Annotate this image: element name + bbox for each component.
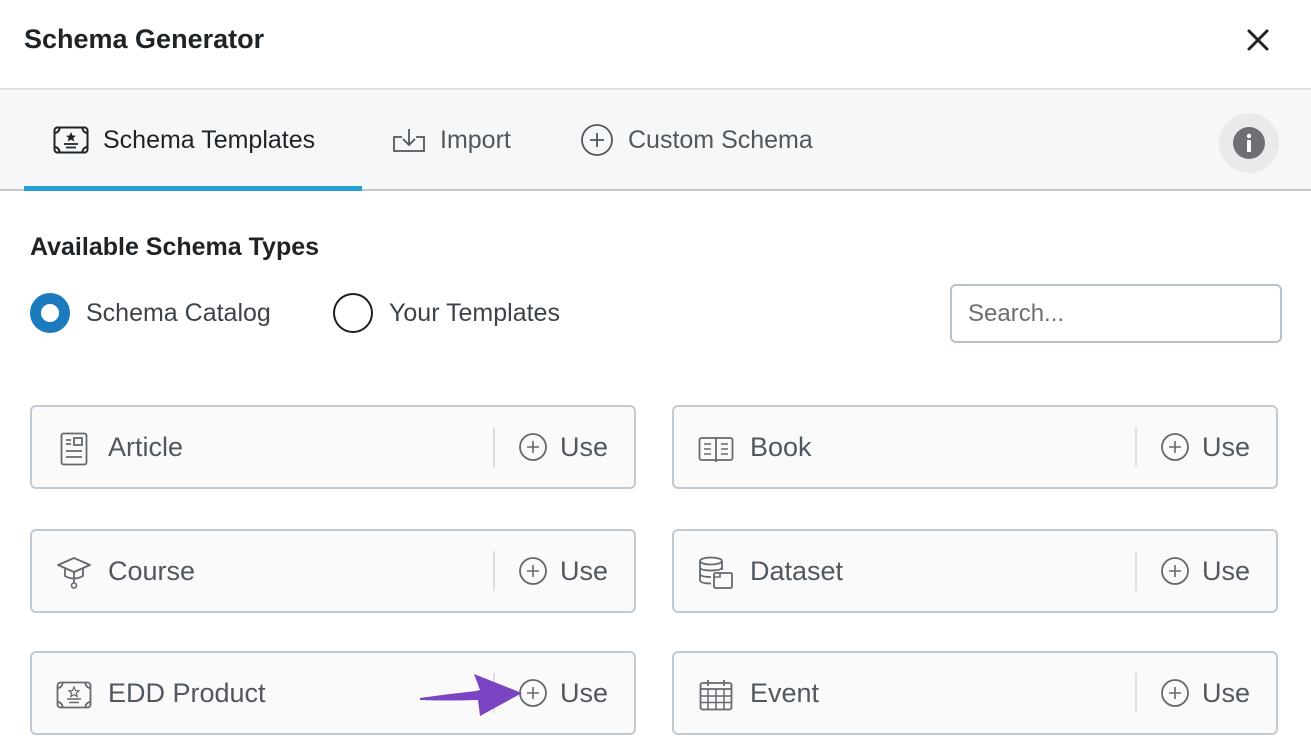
radio-label: Schema Catalog (86, 298, 271, 327)
plus-circle-icon (1160, 678, 1190, 708)
article-icon (56, 431, 92, 467)
tab-label: Schema Templates (103, 125, 316, 154)
divider (1135, 427, 1137, 467)
use-label: Use (560, 431, 609, 462)
database-icon (698, 555, 734, 591)
tab-label: Custom Schema (628, 125, 813, 154)
schema-card-dataset: Dataset Use (672, 529, 1278, 613)
divider (1135, 673, 1137, 713)
tab-schema-templates[interactable]: Schema Templates (24, 91, 362, 191)
dialog-title: Schema Generator (24, 24, 265, 54)
plus-circle-icon (518, 556, 548, 586)
schema-card-article: Article Use (30, 405, 636, 489)
tab-custom-schema[interactable]: Custom Schema (580, 91, 813, 189)
use-label: Use (1202, 555, 1251, 586)
use-button[interactable]: Use (1160, 531, 1250, 611)
schema-card-edd-product: EDD Product Use (30, 651, 636, 735)
schema-card-book: Book Use (672, 405, 1278, 489)
radio-schema-catalog[interactable]: Schema Catalog (30, 293, 271, 333)
schema-name: Book (750, 431, 812, 462)
use-button[interactable]: Use (1160, 653, 1250, 733)
radio-label: Your Templates (389, 298, 560, 327)
dialog-header: Schema Generator (0, 0, 1311, 90)
close-icon (1247, 29, 1269, 51)
import-icon (392, 127, 426, 153)
info-button[interactable] (1219, 113, 1279, 173)
use-button[interactable]: Use (518, 407, 608, 487)
divider (493, 427, 495, 467)
tab-bar: Schema Templates Import Custom Schema (0, 91, 1311, 191)
tab-label: Import (440, 125, 511, 154)
divider (493, 673, 495, 713)
divider (1135, 551, 1137, 591)
use-label: Use (560, 555, 609, 586)
use-button[interactable]: Use (518, 653, 608, 733)
schema-name: Article (108, 431, 184, 462)
schema-name: EDD Product (108, 677, 266, 708)
plus-circle-icon (580, 123, 614, 157)
schema-name: Event (750, 677, 820, 708)
use-button[interactable]: Use (1160, 407, 1250, 487)
section-title: Available Schema Types (30, 233, 320, 261)
graduation-cap-icon (56, 555, 92, 591)
plus-circle-icon (518, 678, 548, 708)
close-button[interactable] (1238, 22, 1278, 58)
use-label: Use (1202, 677, 1251, 708)
use-label: Use (1202, 431, 1251, 462)
schema-name: Dataset (750, 555, 844, 586)
certificate-icon (53, 126, 89, 154)
use-button[interactable]: Use (518, 531, 608, 611)
certificate-icon (56, 677, 92, 713)
plus-circle-icon (518, 432, 548, 462)
calendar-icon (698, 677, 734, 713)
divider (493, 551, 495, 591)
info-icon (1233, 127, 1265, 159)
schema-card-course: Course Use (30, 529, 636, 613)
use-label: Use (560, 677, 609, 708)
plus-circle-icon (1160, 432, 1190, 462)
plus-circle-icon (1160, 556, 1190, 586)
book-icon (698, 431, 734, 467)
radio-indicator (333, 293, 373, 333)
tab-import[interactable]: Import (392, 91, 511, 189)
schema-name: Course (108, 555, 196, 586)
radio-your-templates[interactable]: Your Templates (333, 293, 560, 333)
search-input[interactable] (950, 284, 1282, 343)
radio-indicator (30, 293, 70, 333)
schema-card-event: Event Use (672, 651, 1278, 735)
